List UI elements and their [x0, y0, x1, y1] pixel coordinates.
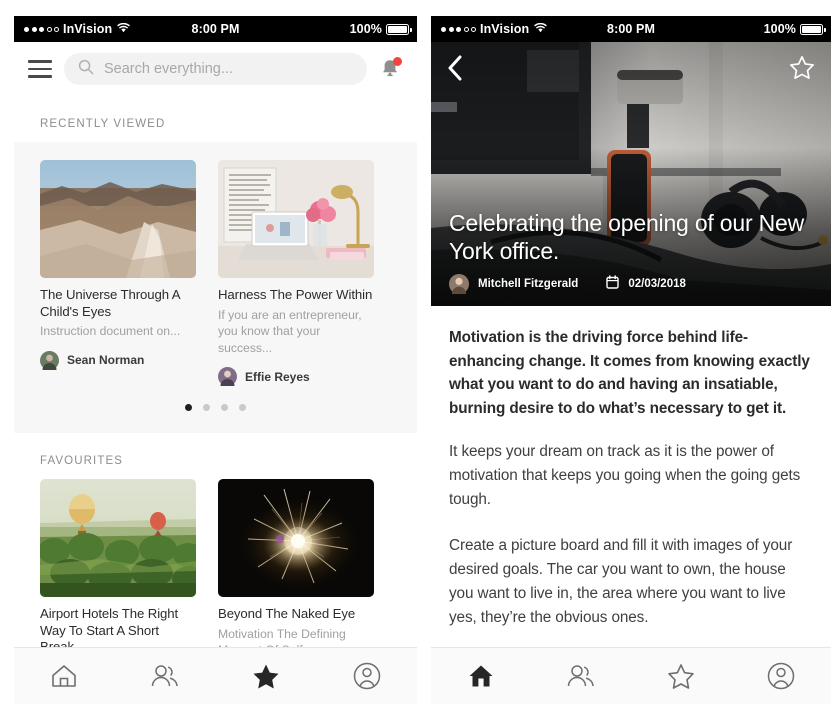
list-item[interactable]: Beyond The Naked Eye Motivation The Defi… [218, 479, 374, 647]
article-date: 02/03/2018 [628, 278, 686, 290]
list-item[interactable]: Airport Hotels The Right Way To Start A … [40, 479, 196, 647]
tab-home[interactable] [14, 663, 115, 689]
card-thumbnail [40, 160, 196, 278]
hamburger-icon[interactable] [28, 60, 52, 78]
right-tab-bar [431, 647, 831, 704]
hero-text-block: Celebrating the opening of our New York … [431, 209, 831, 306]
profile-icon [767, 662, 795, 690]
card-thumbnail [218, 160, 374, 278]
pager-dot[interactable] [221, 404, 228, 411]
home-feed[interactable]: RECENTLY VIEWED The Universe Through A C… [14, 96, 417, 647]
recently-viewed-carousel[interactable]: The Universe Through A Child's Eyes Inst… [14, 142, 417, 433]
tab-people[interactable] [115, 663, 216, 689]
article-paragraph: Create a picture board and fill it with … [449, 537, 793, 626]
status-bar-right: InVision 8:00 PM 100% [431, 16, 831, 42]
list-item[interactable]: The Universe Through A Child's Eyes Inst… [40, 160, 196, 386]
right-phone-screen: InVision 8:00 PM 100% Celebrating the op… [431, 16, 831, 704]
article-byline: Mitchell Fitzgerald 02/03/2018 [449, 274, 813, 294]
article-hero: Celebrating the opening of our New York … [431, 42, 831, 306]
card-title: Airport Hotels The Right Way To Start A … [40, 606, 179, 647]
status-bar-left: InVision 8:00 PM 100% [14, 16, 417, 42]
avatar [449, 274, 469, 294]
carousel-pager[interactable] [14, 386, 417, 425]
card-subtitle: Motivation The Defining Moment Of Self I… [218, 626, 346, 648]
card-title: The Universe Through A Child's Eyes [40, 287, 180, 319]
list-item[interactable]: Harness The Power Within If you are an e… [218, 160, 374, 386]
star-icon [668, 663, 694, 689]
notification-badge [393, 57, 402, 66]
tab-profile[interactable] [316, 662, 417, 690]
tab-favourites[interactable] [631, 663, 731, 690]
battery-icon [386, 23, 412, 35]
pager-dot[interactable] [239, 404, 246, 411]
hero-top-bar [431, 42, 831, 98]
pager-dot[interactable] [185, 404, 192, 411]
people-icon [567, 665, 594, 687]
card-title: Beyond The Naked Eye [218, 606, 356, 621]
tab-profile[interactable] [731, 662, 831, 690]
search-input[interactable]: Search everything... [64, 53, 367, 85]
article-screen-body: Celebrating the opening of our New York … [431, 42, 831, 704]
status-bar-clock: 8:00 PM [607, 22, 655, 36]
people-icon [151, 665, 178, 687]
tab-people[interactable] [531, 663, 631, 689]
card-title: Harness The Power Within [218, 287, 373, 302]
author-name: Effie Reyes [245, 369, 310, 384]
left-phone-screen: InVision 8:00 PM 100% Search everything.… [14, 16, 417, 704]
left-screen-body: Search everything... RECENTLY VIEWED The… [14, 42, 417, 704]
avatar [218, 367, 237, 386]
tab-favourites[interactable] [216, 663, 317, 690]
card-subtitle: If you are an entrepreneur, you know tha… [218, 307, 362, 355]
status-bar-clock: 8:00 PM [191, 22, 240, 36]
card-thumbnail [40, 479, 196, 597]
article-lead-paragraph: Motivation is the driving force behind l… [449, 329, 810, 417]
favourites-cards: Airport Hotels The Right Way To Start A … [14, 479, 417, 647]
article-body[interactable]: Motivation is the driving force behind l… [431, 306, 831, 647]
profile-icon [353, 662, 380, 690]
left-tab-bar [14, 647, 417, 704]
search-header: Search everything... [14, 42, 417, 96]
card-thumbnail [218, 479, 374, 597]
notifications-button[interactable] [379, 57, 402, 81]
author-name: Sean Norman [67, 353, 145, 367]
card-subtitle: Instruction document on... [40, 324, 181, 338]
recently-viewed-cards: The Universe Through A Child's Eyes Inst… [14, 160, 417, 386]
search-placeholder: Search everything... [104, 61, 233, 77]
section-title-recently-viewed: RECENTLY VIEWED [40, 118, 166, 130]
battery-icon [800, 23, 826, 35]
star-outline-icon[interactable] [789, 55, 815, 85]
article-paragraph: It keeps your dream on track as it is th… [449, 443, 801, 508]
page-title: Celebrating the opening of our New York … [449, 210, 805, 264]
section-title-favourites: FAVOURITES [40, 455, 123, 467]
search-icon [78, 59, 94, 80]
back-chevron-icon[interactable] [447, 55, 463, 86]
home-icon [469, 665, 493, 687]
avatar [40, 350, 59, 370]
home-icon [52, 665, 77, 687]
author-name: Mitchell Fitzgerald [478, 278, 579, 290]
tab-home[interactable] [431, 663, 531, 689]
pager-dot[interactable] [203, 404, 210, 411]
card-author: Effie Reyes [218, 367, 374, 386]
calendar-icon [606, 274, 620, 294]
star-icon [253, 664, 279, 688]
screenshot-root: InVision 8:00 PM 100% Search everything.… [0, 0, 837, 720]
card-author: Sean Norman [40, 350, 196, 370]
